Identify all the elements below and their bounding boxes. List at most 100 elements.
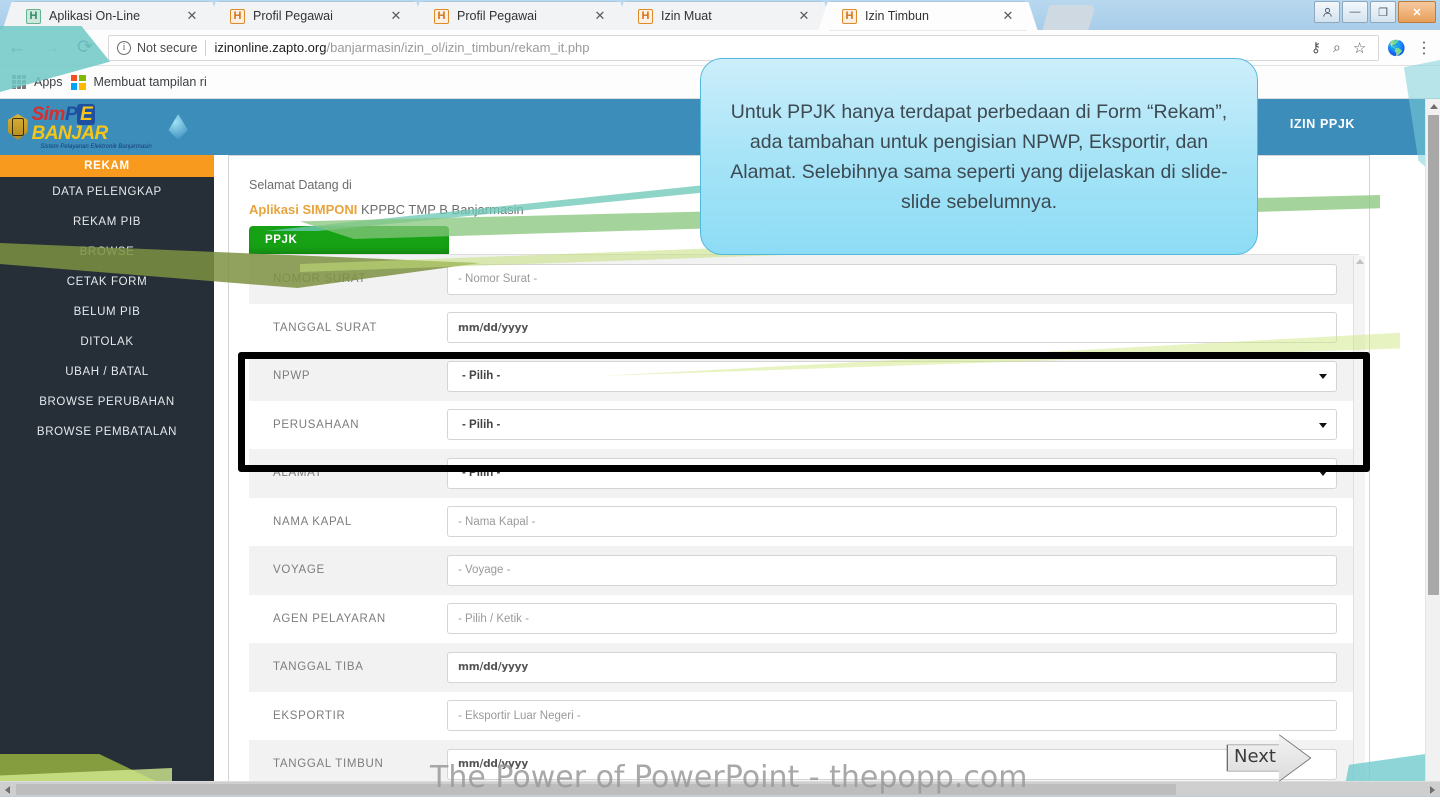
sidebar-item-cetak-form[interactable]: CETAK FORM [0, 267, 214, 297]
new-tab-button[interactable] [1042, 5, 1096, 30]
tab-close-icon[interactable]: ✕ [388, 8, 404, 24]
select-perusahaan[interactable]: - Pilih - [447, 409, 1337, 441]
restore-button[interactable]: ❐ [1370, 1, 1396, 23]
form-row-alamat: ALAMAT - Pilih - [249, 449, 1359, 498]
apps-label[interactable]: Apps [34, 75, 63, 89]
bookmark-item-label[interactable]: Membuat tampilan ri [94, 75, 207, 89]
form-row-nama-kapal: NAMA KAPAL - Nama Kapal - [249, 498, 1359, 547]
forward-button[interactable]: → [34, 37, 68, 59]
input-nama-kapal[interactable]: - Nama Kapal - [447, 506, 1337, 538]
url-text: izinonline.zapto.org/banjarmasin/izin_ol… [214, 40, 589, 55]
browser-tab-2[interactable]: H Profil Pegawai ✕ [218, 2, 414, 30]
field-label-nama-kapal: NAMA KAPAL [273, 515, 353, 528]
password-key-icon[interactable]: ⚷ [1311, 39, 1321, 56]
field-label-eksportir: EKSPORTIR [273, 709, 346, 722]
reload-button[interactable]: ⟳ [68, 36, 102, 59]
form-scrollbar[interactable] [1353, 256, 1365, 794]
select-npwp[interactable]: - Pilih - [447, 360, 1337, 392]
page-vertical-scrollbar[interactable] [1425, 99, 1440, 795]
form-row-perusahaan: PERUSAHAAN - Pilih - [249, 401, 1359, 450]
minimize-button[interactable]: — [1342, 1, 1368, 23]
form-row-tanggal-surat: TANGGAL SURAT mm/dd/yyyy [249, 304, 1359, 353]
tab-close-icon[interactable]: ✕ [1000, 8, 1016, 24]
input-nomor-surat[interactable]: - Nomor Surat - [447, 263, 1337, 295]
sidebar-nav: REKAM DATA PELENGKAP REKAM PIB BROWSE CE… [0, 155, 214, 795]
app-favicon-orange-icon: H [638, 8, 653, 24]
chrome-menu-icon[interactable]: ⋮ [1416, 38, 1432, 58]
url-domain: izinonline.zapto.org [214, 40, 327, 55]
logo-wordmark: SimP E BANJAR [31, 103, 161, 144]
select-alamat-value: - Pilih - [462, 467, 501, 480]
status-bar [0, 796, 1440, 810]
sidebar-item-browse-pembatalan[interactable]: BROWSE PEMBATALAN [0, 417, 214, 447]
welcome-rest: KPPBC TMP B Banjarmasin [357, 202, 524, 217]
sidebar-item-browse[interactable]: BROWSE [0, 237, 214, 267]
field-label-tanggal-timbun: TANGGAL TIMBUN [273, 758, 384, 771]
extension-globe-icon[interactable]: 🌎 [1387, 39, 1406, 57]
field-label-agen-pelayaran: AGEN PELAYARAN [273, 612, 386, 625]
browser-tab-4[interactable]: H Izin Muat ✕ [626, 2, 822, 30]
chevron-down-icon [1319, 471, 1327, 477]
water-drop-icon [168, 114, 189, 140]
zoom-search-icon[interactable]: ⌕ [1333, 39, 1341, 56]
browser-tab-3[interactable]: H Profil Pegawai ✕ [422, 2, 618, 30]
select-npwp-value: - Pilih - [462, 370, 501, 383]
app-favicon-orange-icon: H [434, 8, 449, 24]
chevron-down-icon [1319, 374, 1327, 380]
bookmark-star-icon[interactable]: ☆ [1353, 39, 1366, 57]
callout-text: Untuk PPJK hanya terdapat perbedaan di F… [730, 100, 1228, 213]
scroll-up-icon[interactable] [1430, 104, 1438, 109]
browser-window: H Aplikasi On-Line ✕ H Profil Pegawai ✕ … [0, 0, 1440, 810]
input-eksportir[interactable]: - Eksportir Luar Negeri - [447, 700, 1337, 732]
field-label-voyage: VOYAGE [273, 564, 325, 577]
vertical-scroll-thumb[interactable] [1428, 115, 1439, 595]
sidebar-item-belum-pib[interactable]: BELUM PIB [0, 297, 214, 327]
back-button[interactable]: ← [0, 37, 34, 59]
tab-ppjk[interactable]: PPJK [249, 226, 449, 254]
welcome-line-1: Selamat Datang di [249, 178, 352, 192]
user-profile-button[interactable] [1314, 1, 1340, 23]
site-info-icon[interactable]: i [117, 40, 131, 55]
rekam-form: NOMOR SURAT - Nomor Surat - TANGGAL SURA… [249, 254, 1359, 795]
next-button[interactable]: Next [1226, 734, 1312, 782]
apps-grid-icon[interactable] [12, 75, 26, 89]
scroll-up-icon[interactable] [1356, 259, 1364, 264]
logo-e: E [77, 103, 96, 125]
field-label-npwp: NPWP [273, 370, 311, 383]
app-favicon-orange-icon: H [230, 8, 245, 24]
form-row-npwp: NPWP - Pilih - [249, 352, 1359, 401]
sidebar-item-ubah-batal[interactable]: UBAH / BATAL [0, 357, 214, 387]
tab-title: Izin Timbun [865, 9, 929, 23]
field-label-tanggal-tiba: TANGGAL TIBA [273, 661, 364, 674]
sidebar-item-rekam-pib[interactable]: REKAM PIB [0, 207, 214, 237]
watermark-text: The Power of PowerPoint - thepopp.com [430, 760, 1028, 795]
scroll-right-icon[interactable] [1430, 786, 1435, 794]
sidebar-item-ditolak[interactable]: DITOLAK [0, 327, 214, 357]
sidebar-item-data-pelengkap[interactable]: DATA PELENGKAP [0, 177, 214, 207]
browser-tab-1[interactable]: H Aplikasi On-Line ✕ [14, 2, 210, 30]
input-tanggal-tiba[interactable]: mm/dd/yyyy [447, 651, 1337, 683]
address-bar[interactable]: i Not secure izinonline.zapto.org/banjar… [108, 34, 1380, 61]
field-label-alamat: ALAMAT [273, 467, 323, 480]
tab-close-icon[interactable]: ✕ [796, 8, 812, 24]
logo-p: P [64, 103, 78, 125]
logo-sim: Sim [31, 103, 66, 125]
input-agen-pelayaran[interactable]: - Pilih / Ketik - [447, 603, 1337, 635]
chevron-down-icon [1319, 422, 1327, 428]
browser-tab-5-active[interactable]: H Izin Timbun ✕ [830, 2, 1026, 30]
tab-close-icon[interactable]: ✕ [592, 8, 608, 24]
scroll-left-icon[interactable] [5, 786, 10, 794]
close-window-button[interactable]: ✕ [1398, 1, 1436, 23]
sidebar-item-rekam[interactable]: REKAM [0, 155, 214, 177]
annotation-callout: Untuk PPJK hanya terdapat perbedaan di F… [700, 58, 1258, 255]
input-tanggal-surat[interactable]: mm/dd/yyyy [447, 312, 1337, 344]
logo-banjar: BANJAR [31, 122, 109, 144]
select-alamat[interactable]: - Pilih - [447, 457, 1337, 489]
tab-title: Izin Muat [661, 9, 712, 23]
input-voyage[interactable]: - Voyage - [447, 554, 1337, 586]
next-button-label: Next [1234, 746, 1276, 767]
sidebar-item-browse-perubahan[interactable]: BROWSE PERUBAHAN [0, 387, 214, 417]
form-row-nomor-surat: NOMOR SURAT - Nomor Surat - [249, 255, 1359, 304]
tab-close-icon[interactable]: ✕ [184, 8, 200, 24]
welcome-line-2: Aplikasi SIMPONI KPPBC TMP B Banjarmasin [249, 202, 524, 217]
